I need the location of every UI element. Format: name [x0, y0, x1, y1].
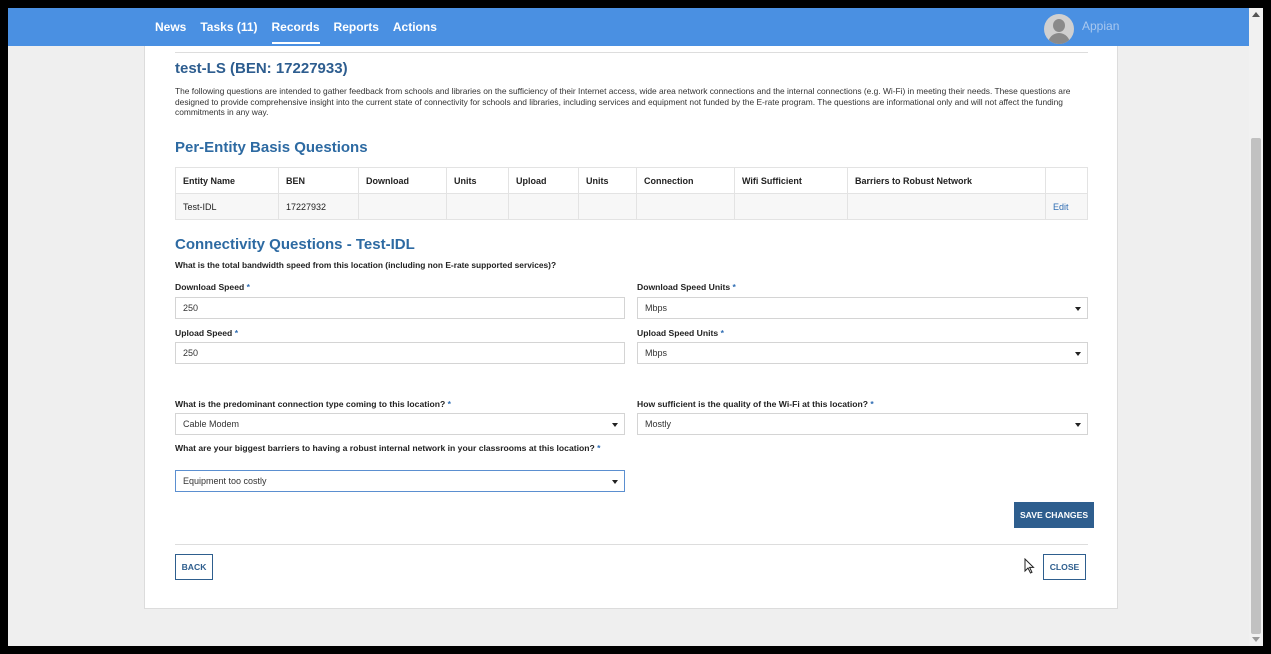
- col-connection[interactable]: Connection: [636, 167, 735, 194]
- cell-upload-units: [578, 193, 637, 220]
- top-nav-bar: News Tasks (11) Records Reports Actions …: [8, 8, 1249, 46]
- download-units-select[interactable]: Mbps: [637, 297, 1088, 319]
- required-marker: *: [234, 328, 239, 338]
- barriers-label-text: What are your biggest barriers to having…: [175, 443, 595, 453]
- back-button[interactable]: BACK: [175, 554, 213, 580]
- scroll-up-arrow-icon[interactable]: [1252, 12, 1260, 17]
- download-speed-input[interactable]: 250: [175, 297, 625, 319]
- required-marker: *: [870, 399, 874, 409]
- download-speed-label: Download Speed *: [175, 282, 250, 292]
- download-speed-value: 250: [183, 303, 199, 313]
- required-marker: *: [732, 282, 736, 292]
- nav-records[interactable]: Records: [265, 8, 327, 46]
- page-title: test-LS (BEN: 17227933): [175, 60, 348, 77]
- col-entity-name[interactable]: Entity Name: [175, 167, 279, 194]
- connection-type-select[interactable]: Cable Modem: [175, 413, 625, 435]
- cell-connection: [636, 193, 735, 220]
- table-row: Test-IDL 17227932 Edit: [175, 193, 1088, 220]
- barriers-value: Equipment too costly: [183, 476, 267, 486]
- col-upload[interactable]: Upload: [508, 167, 579, 194]
- bandwidth-question: What is the total bandwidth speed from t…: [175, 260, 557, 270]
- col-download-units[interactable]: Units: [446, 167, 509, 194]
- cell-entity-name: Test-IDL: [175, 193, 279, 220]
- nav-reports[interactable]: Reports: [327, 8, 386, 46]
- upload-speed-label: Upload Speed *: [175, 328, 238, 338]
- cell-download-units: [446, 193, 509, 220]
- cell-action: Edit: [1045, 193, 1088, 220]
- wifi-quality-select[interactable]: Mostly: [637, 413, 1088, 435]
- chevron-down-icon: [1075, 352, 1081, 356]
- nav-actions[interactable]: Actions: [386, 8, 444, 46]
- upload-units-label: Upload Speed Units *: [637, 328, 724, 338]
- barriers-select[interactable]: Equipment too costly: [175, 470, 625, 492]
- cell-download: [358, 193, 447, 220]
- upload-units-select[interactable]: Mbps: [637, 342, 1088, 364]
- scrollbar-thumb[interactable]: [1251, 138, 1261, 634]
- col-wifi-sufficient[interactable]: Wifi Sufficient: [734, 167, 848, 194]
- app-window: News Tasks (11) Records Reports Actions …: [8, 8, 1249, 646]
- download-units-label: Download Speed Units *: [637, 282, 736, 292]
- required-marker: *: [447, 399, 451, 409]
- scroll-down-arrow-icon[interactable]: [1252, 637, 1260, 642]
- nav-tasks[interactable]: Tasks (11): [193, 8, 264, 46]
- vertical-scrollbar[interactable]: [1249, 8, 1263, 646]
- cell-wifi: [734, 193, 848, 220]
- edit-link[interactable]: Edit: [1053, 202, 1069, 212]
- cell-ben: 17227932: [278, 193, 359, 220]
- connection-type-value: Cable Modem: [183, 419, 240, 429]
- download-units-value: Mbps: [645, 303, 668, 313]
- main-nav: News Tasks (11) Records Reports Actions: [148, 8, 444, 46]
- required-marker: *: [597, 443, 601, 453]
- per-entity-table: Entity Name BEN Download Units Upload Un…: [175, 167, 1088, 220]
- connection-type-label: What is the predominant connection type …: [175, 399, 451, 409]
- intro-text: The following questions are intended to …: [175, 86, 1071, 117]
- per-entity-heading: Per-Entity Basis Questions: [175, 139, 368, 156]
- nav-news[interactable]: News: [148, 8, 193, 46]
- wifi-quality-label-text: How sufficient is the quality of the Wi-…: [637, 399, 869, 409]
- col-ben[interactable]: BEN: [278, 167, 359, 194]
- barriers-label: What are your biggest barriers to having…: [175, 443, 625, 454]
- col-upload-units[interactable]: Units: [578, 167, 637, 194]
- table-header-row: Entity Name BEN Download Units Upload Un…: [175, 167, 1088, 194]
- required-marker: *: [720, 328, 724, 338]
- col-barriers[interactable]: Barriers to Robust Network: [847, 167, 1046, 194]
- chevron-down-icon: [1075, 423, 1081, 427]
- brand-logo: Appian: [1082, 19, 1120, 33]
- record-card: test-LS (BEN: 17227933) The following qu…: [144, 46, 1118, 609]
- divider: [175, 544, 1088, 545]
- user-avatar-icon[interactable]: [1044, 14, 1074, 44]
- chevron-down-icon: [612, 480, 618, 484]
- upload-speed-label-text: Upload Speed: [175, 328, 233, 338]
- cell-barriers: [847, 193, 1046, 220]
- connection-type-label-text: What is the predominant connection type …: [175, 399, 446, 409]
- divider: [175, 52, 1088, 53]
- upload-units-value: Mbps: [645, 348, 668, 358]
- download-speed-label-text: Download Speed: [175, 282, 245, 292]
- cell-upload: [508, 193, 579, 220]
- chevron-down-icon: [612, 423, 618, 427]
- connectivity-heading: Connectivity Questions - Test-IDL: [175, 236, 415, 253]
- download-units-label-text: Download Speed Units: [637, 282, 731, 292]
- mouse-cursor-icon: [1024, 558, 1035, 574]
- upload-speed-value: 250: [183, 348, 199, 358]
- col-actions: [1045, 167, 1088, 194]
- close-button[interactable]: CLOSE: [1043, 554, 1086, 580]
- wifi-quality-value: Mostly: [645, 419, 672, 429]
- col-download[interactable]: Download: [358, 167, 447, 194]
- upload-units-label-text: Upload Speed Units: [637, 328, 719, 338]
- chevron-down-icon: [1075, 307, 1081, 311]
- wifi-quality-label: How sufficient is the quality of the Wi-…: [637, 399, 874, 409]
- required-marker: *: [246, 282, 250, 292]
- upload-speed-input[interactable]: 250: [175, 342, 625, 364]
- save-changes-button[interactable]: SAVE CHANGES: [1014, 502, 1094, 528]
